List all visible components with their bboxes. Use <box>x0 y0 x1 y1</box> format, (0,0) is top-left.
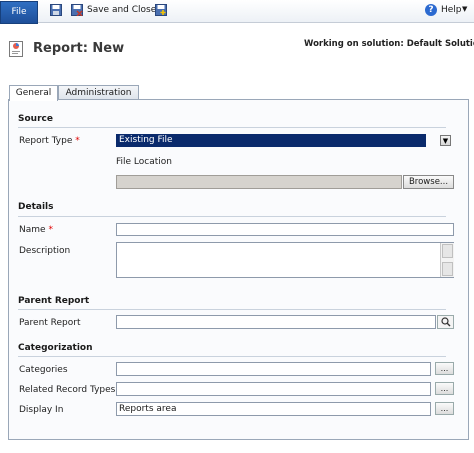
display-in-label: Display In <box>19 405 64 415</box>
report-icon <box>9 41 23 57</box>
section-title-parent-report: Parent Report <box>18 296 90 306</box>
tab-administration[interactable]: Administration <box>58 85 139 100</box>
categories-label: Categories <box>19 365 68 375</box>
related-record-types-lookup-button[interactable]: ... <box>435 382 454 395</box>
chevron-down-icon[interactable]: ▼ <box>440 135 451 146</box>
name-label: Name * <box>19 225 53 235</box>
description-label: Description <box>19 246 71 256</box>
section-divider <box>18 127 446 128</box>
page-title: Report: New <box>33 41 125 56</box>
save-and-close-button[interactable]: Save and Close <box>87 5 156 15</box>
save-icon[interactable] <box>50 4 62 16</box>
related-record-types-label: Related Record Types <box>19 385 116 395</box>
section-divider <box>18 356 446 357</box>
file-button[interactable]: File <box>0 1 38 24</box>
file-location-label: File Location <box>116 157 172 167</box>
help-button[interactable]: Help <box>441 5 462 15</box>
report-type-label: Report Type * <box>19 136 80 146</box>
parent-report-label: Parent Report <box>19 318 81 328</box>
display-in-lookup-button[interactable]: ... <box>435 402 454 415</box>
display-in-input[interactable]: Reports area <box>116 402 431 416</box>
name-input[interactable] <box>116 223 454 236</box>
scroll-up-button[interactable] <box>442 244 453 258</box>
scroll-down-button[interactable] <box>442 262 453 276</box>
section-divider <box>18 216 446 217</box>
description-scrollbar[interactable] <box>440 243 454 277</box>
required-marker: * <box>75 136 80 146</box>
browse-button[interactable]: Browse... <box>403 175 454 189</box>
magnifier-icon[interactable] <box>437 315 454 329</box>
section-title-source: Source <box>18 114 53 124</box>
description-textarea[interactable] <box>116 242 454 278</box>
categories-input[interactable] <box>116 362 431 376</box>
help-icon[interactable]: ? <box>425 4 437 16</box>
save-new-icon[interactable] <box>155 4 167 16</box>
solution-label: Working on solution: Default Solution <box>304 39 474 49</box>
categories-lookup-button[interactable]: ... <box>435 362 454 375</box>
chevron-down-icon[interactable]: ▼ <box>462 5 467 13</box>
related-record-types-input[interactable] <box>116 382 431 396</box>
section-title-details: Details <box>18 202 54 212</box>
required-marker: * <box>48 225 53 235</box>
report-type-select[interactable]: Existing File <box>116 134 426 147</box>
section-title-categorization: Categorization <box>18 343 93 353</box>
parent-report-input[interactable] <box>116 315 436 329</box>
section-divider <box>18 309 446 310</box>
file-location-input[interactable] <box>116 175 402 189</box>
save-close-icon[interactable] <box>71 4 83 16</box>
tab-general[interactable]: General <box>9 85 58 101</box>
